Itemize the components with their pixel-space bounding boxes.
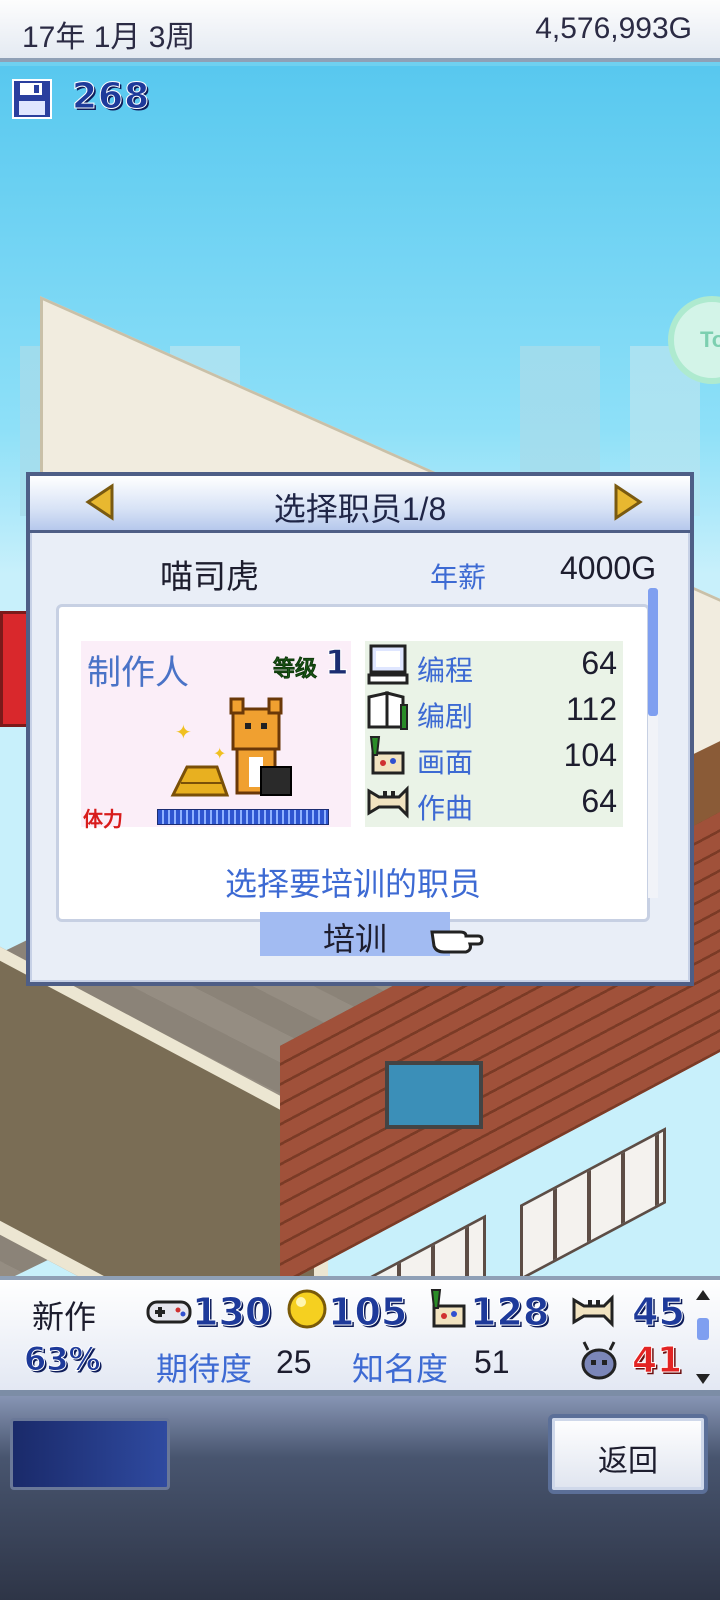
stat-row-sound: 作曲 64 (365, 779, 623, 825)
stat-row-scenario: 编剧 112 (365, 687, 623, 733)
fame-value: 51 (474, 1344, 510, 1380)
money-amount: 4,576,993G (535, 12, 692, 45)
instruction-text: 选择要培训的职员 (224, 866, 481, 902)
staff-card[interactable]: 制作人 等级 1 ✦ ✦ 体力 编程 64 编剧 112 画面 104 作曲 6… (56, 604, 650, 922)
game-project-status: 新作 63% 130 105 128 45 期待度 25 知名度 51 41 (0, 1276, 720, 1396)
staff-portrait-panel: 制作人 等级 1 ✦ ✦ 体力 (81, 641, 351, 831)
back-button-label: 返回 (598, 1445, 658, 1478)
expectation-label: 期待度 (156, 1351, 253, 1387)
staff-stats-panel: 编程 64 编剧 112 画面 104 作曲 64 (365, 641, 623, 827)
bottom-toolbar: 返回 (0, 1396, 720, 1600)
stamina-bar (157, 809, 329, 825)
game-date: 17年 1月 3周 (22, 21, 196, 54)
dialog-title: 选择职员1/8 (273, 491, 447, 527)
idea-bulb-icon (287, 1289, 327, 1329)
stat-label: 编剧 (417, 701, 474, 732)
bug-icon (581, 1341, 617, 1380)
top-status-bar: 17年 1月 3周 4,576,993G (0, 0, 720, 62)
stat-value: 112 (565, 691, 617, 727)
stat-row-programming: 编程 64 (365, 641, 623, 687)
tiger-staff-sprite: ✦ ✦ (170, 697, 292, 797)
svg-text:✦: ✦ (175, 720, 192, 744)
stat-value: 64 (581, 645, 617, 681)
creativity-value: 105 (327, 1290, 408, 1335)
scrollbar-thumb[interactable] (648, 588, 658, 716)
aquarium-furniture (385, 1061, 483, 1129)
back-button[interactable]: 返回 (548, 1414, 708, 1494)
sound-value: 45 (632, 1290, 686, 1335)
salary-value: 4000G (560, 550, 657, 586)
new-game-label: 新作 (32, 1299, 97, 1335)
dialog-header: 选择职员1/8 (30, 476, 690, 533)
stat-label: 编程 (417, 655, 474, 686)
stat-label: 作曲 (417, 793, 474, 824)
stat-row-graphics: 画面 104 (365, 733, 623, 779)
progress-indicator (10, 1418, 170, 1490)
train-button-label: 培训 (322, 921, 387, 957)
trumpet-icon (572, 1294, 614, 1328)
stat-label: 画面 (417, 747, 474, 778)
building-window (520, 1127, 666, 1276)
train-button[interactable]: 培训 (260, 912, 450, 957)
stat-value: 64 (581, 783, 617, 819)
fun-value: 130 (191, 1290, 272, 1335)
graphics-value: 128 (469, 1290, 550, 1335)
gamepad-icon (146, 1300, 192, 1324)
book-icon (367, 691, 408, 730)
stat-value: 104 (563, 737, 617, 773)
stamina-label: 体力 (83, 807, 123, 831)
expectation-value: 25 (276, 1344, 312, 1380)
svg-text:✦: ✦ (213, 744, 226, 763)
fame-label: 知名度 (352, 1351, 449, 1387)
paint-icon (369, 736, 405, 775)
select-staff-dialog: 选择职员1/8 喵司虎 年薪 4000G 制作人 等级 1 ✦ ✦ 体力 编程 … (26, 472, 694, 986)
disk-count: 268 (71, 76, 151, 118)
level-value: 1 (325, 643, 350, 684)
trumpet-icon (367, 785, 409, 819)
paint-icon (430, 1289, 466, 1328)
arrow-right-icon[interactable] (610, 482, 646, 522)
floppy-disk-icon (12, 79, 52, 119)
computer-icon (367, 644, 409, 685)
dialog-scrollbar[interactable] (648, 588, 658, 898)
staff-name: 喵司虎 (160, 558, 259, 595)
status-scrollbar[interactable] (694, 1288, 712, 1386)
level-label: 等级 (273, 657, 318, 683)
bug-count: 41 (631, 1340, 683, 1382)
development-progress: 63% (24, 1340, 102, 1379)
salary-label: 年薪 (430, 562, 487, 593)
pointing-hand-icon (430, 930, 484, 954)
